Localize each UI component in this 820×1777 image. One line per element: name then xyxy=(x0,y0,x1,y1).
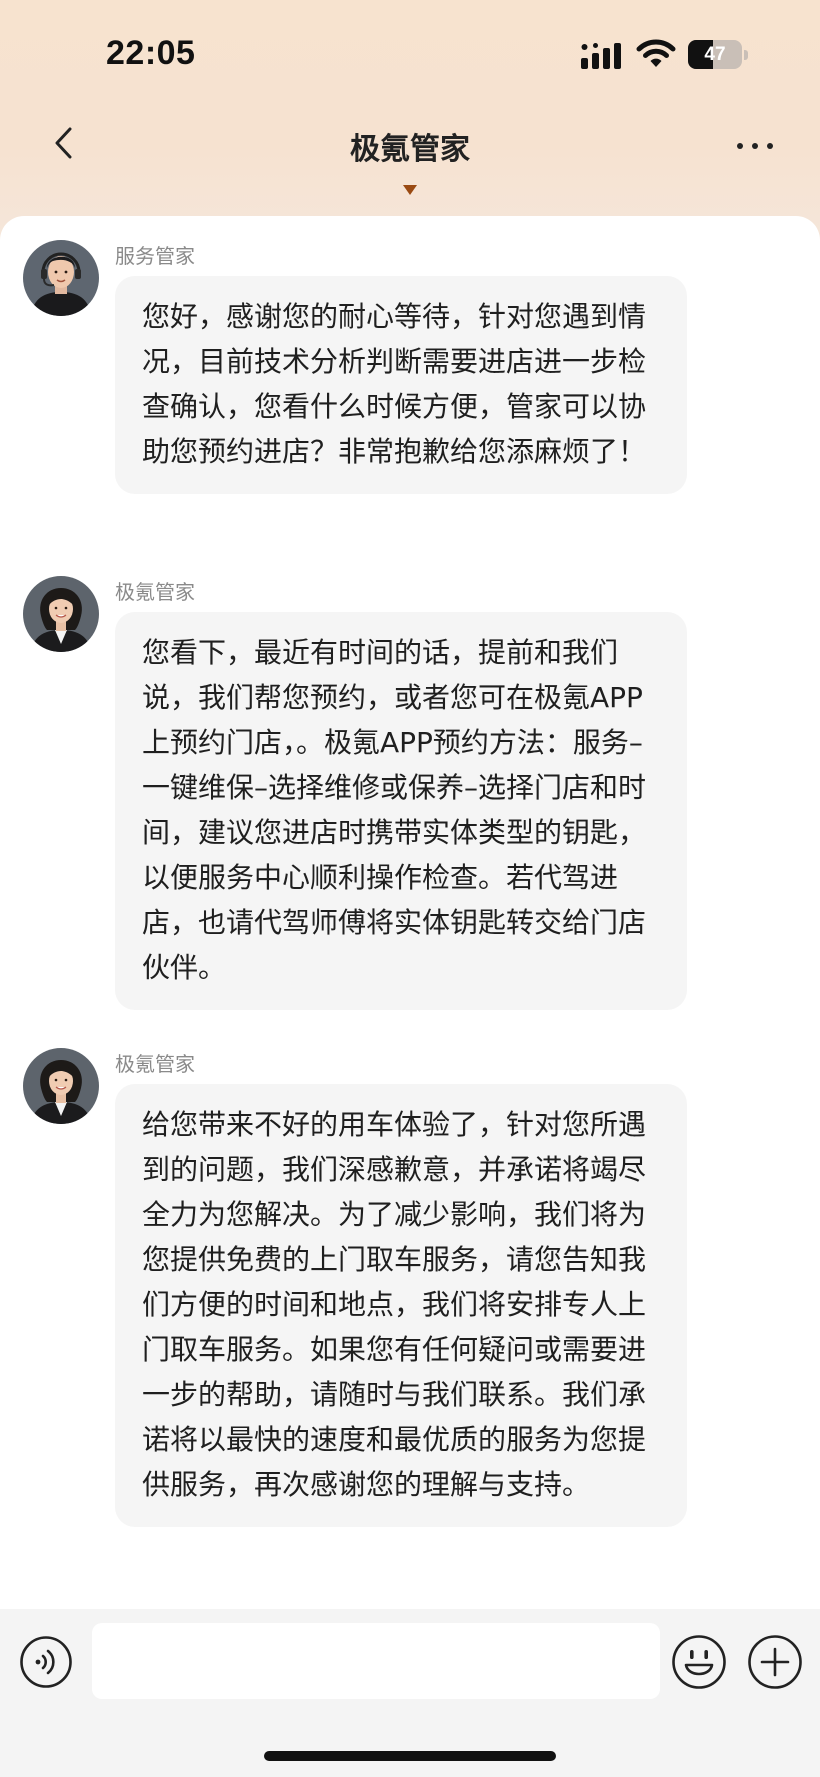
sender-name: 极氪管家 xyxy=(115,580,195,604)
voice-input-button[interactable] xyxy=(19,1635,73,1689)
female-agent-avatar-icon xyxy=(23,576,99,652)
home-indicator[interactable] xyxy=(264,1751,556,1761)
message-bubble[interactable]: 您看下，最近有时间的话，提前和我们说，我们帮您预约，或者您可在极氪APP上预约门… xyxy=(115,612,687,1010)
chat-message-list[interactable]: 服务管家 您好，感谢您的耐心等待，针对您遇到情况，目前技术分析判断需要进店进一步… xyxy=(0,216,820,1609)
message-bubble[interactable]: 您好，感谢您的耐心等待，针对您遇到情况，目前技术分析判断需要进店进一步检查确认，… xyxy=(115,276,687,494)
avatar[interactable] xyxy=(23,1048,99,1124)
nav-bar: 极氪管家 xyxy=(0,110,820,210)
emoji-icon xyxy=(672,1635,726,1689)
sender-name: 极氪管家 xyxy=(115,1052,195,1076)
voice-icon xyxy=(20,1636,72,1688)
plus-circle-icon xyxy=(748,1635,802,1689)
status-time: 22:05 xyxy=(106,34,196,72)
male-agent-headset-avatar-icon xyxy=(23,240,99,316)
add-attachment-button[interactable] xyxy=(747,1634,803,1690)
avatar[interactable] xyxy=(23,240,99,316)
page-title[interactable]: 极氪管家 xyxy=(0,124,820,168)
caret-down-icon[interactable] xyxy=(403,185,417,195)
wifi-icon xyxy=(636,39,676,67)
sender-name: 服务管家 xyxy=(115,244,195,268)
status-bar: 22:05 47 xyxy=(0,0,820,110)
cellular-signal-icon xyxy=(581,43,621,69)
battery-body: 47 xyxy=(688,40,742,69)
battery-indicator: 47 xyxy=(688,40,748,69)
message-input[interactable] xyxy=(92,1623,660,1699)
battery-level-text: 47 xyxy=(704,44,726,65)
female-agent-avatar-icon xyxy=(23,1048,99,1124)
avatar[interactable] xyxy=(23,576,99,652)
emoji-button[interactable] xyxy=(671,1634,727,1690)
battery-cap xyxy=(744,50,748,60)
more-options-button[interactable] xyxy=(730,126,780,166)
more-horizontal-icon xyxy=(737,143,773,149)
message-bubble[interactable]: 给您带来不好的用车体验了，针对您所遇到的问题，我们深感歉意，并承诺将竭尽全力为您… xyxy=(115,1084,687,1527)
